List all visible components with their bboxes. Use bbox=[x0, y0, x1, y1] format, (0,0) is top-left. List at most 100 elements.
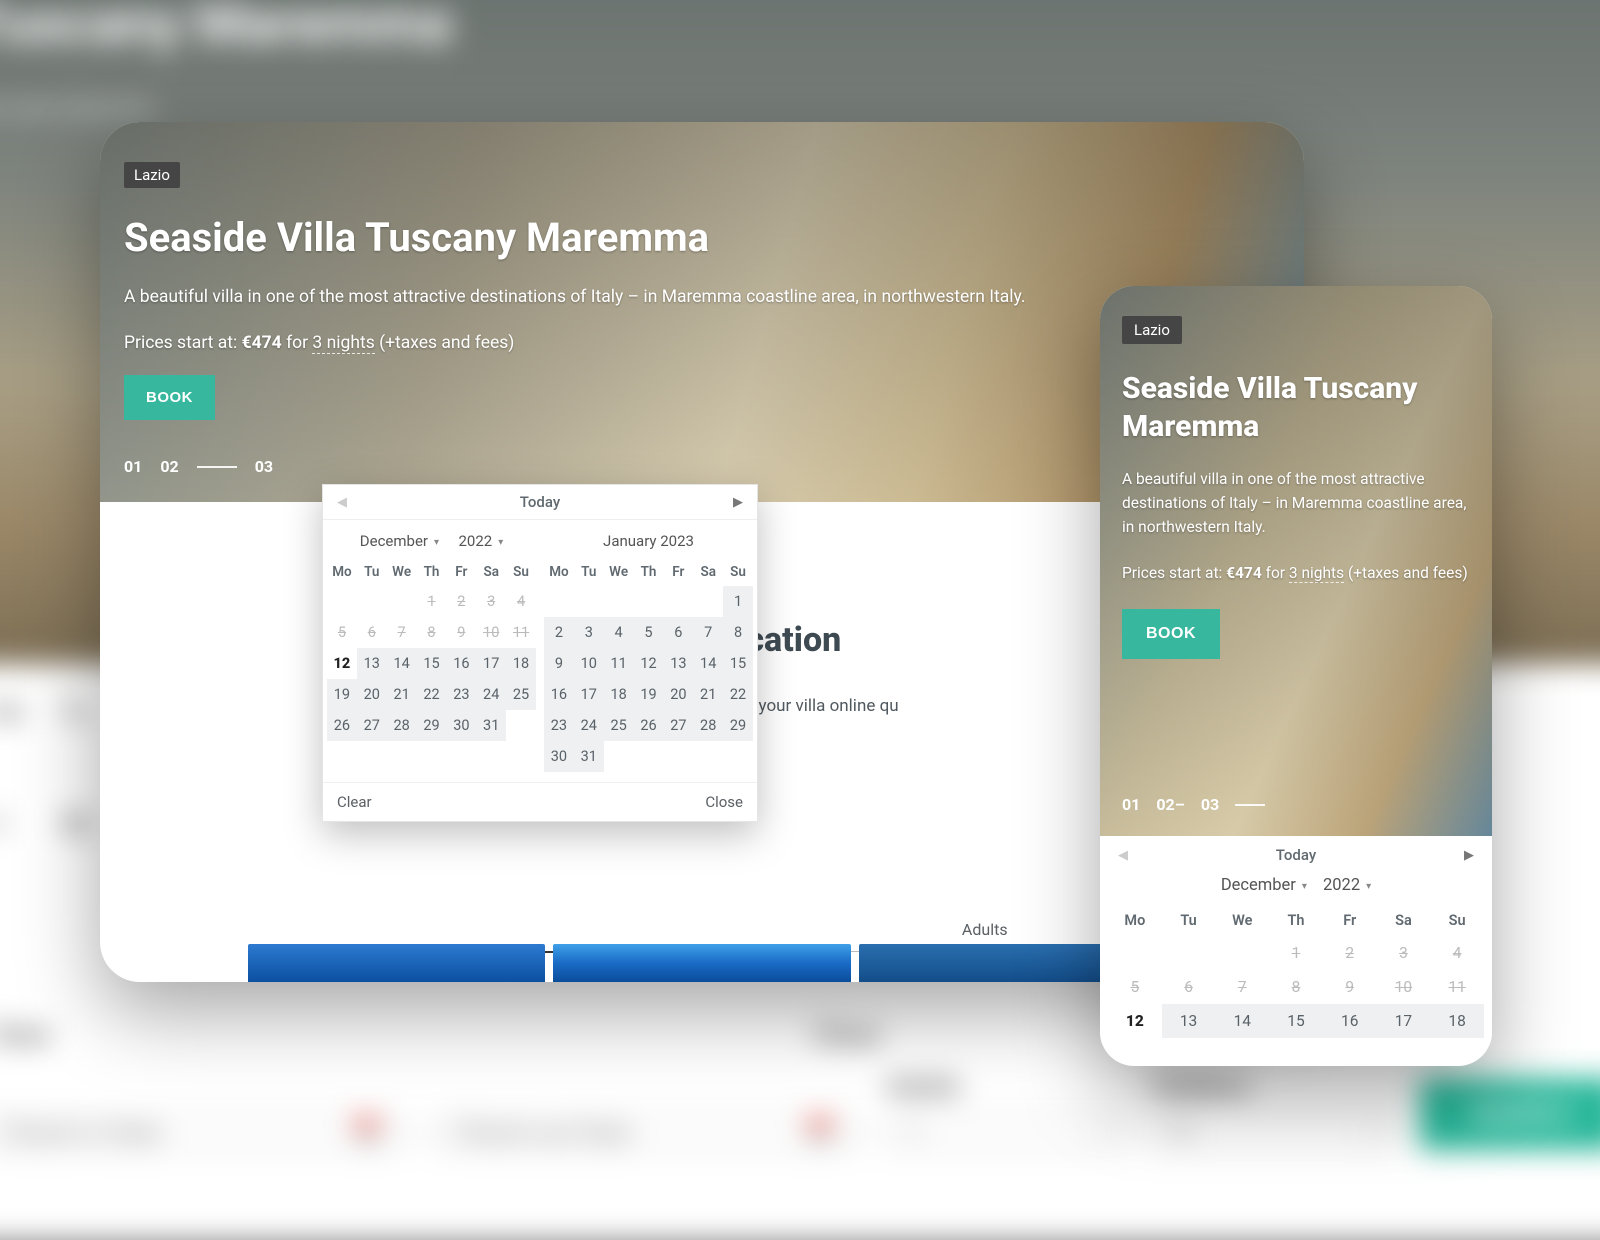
calendar-day[interactable]: 22 bbox=[417, 679, 447, 710]
pager-item[interactable]: 01 bbox=[1122, 795, 1140, 814]
calendar-day[interactable]: 14 bbox=[1215, 1004, 1269, 1038]
calendar-day[interactable]: 28 bbox=[693, 710, 723, 741]
book-button[interactable]: BOOK bbox=[124, 375, 215, 420]
calendar-day[interactable]: 21 bbox=[387, 679, 417, 710]
calendar-day[interactable]: 10 bbox=[574, 648, 604, 679]
calendar-day[interactable]: 3 bbox=[574, 617, 604, 648]
calendar-day[interactable]: 12 bbox=[1108, 1004, 1162, 1038]
calendar-day[interactable]: 29 bbox=[417, 710, 447, 741]
bg-checkin-field[interactable]: Check-in Date 📅 bbox=[0, 1116, 405, 1150]
today-button[interactable]: Today bbox=[351, 493, 729, 511]
calendar-day[interactable]: 18 bbox=[604, 679, 634, 710]
bg-hero-sub: the most attractive bbox=[0, 56, 1600, 121]
calendar-day[interactable]: 19 bbox=[634, 679, 664, 710]
prev-month-button[interactable]: ◀ bbox=[1114, 848, 1132, 863]
calendar-day[interactable]: 13 bbox=[1162, 1004, 1216, 1038]
calendar-day[interactable]: 24 bbox=[476, 679, 506, 710]
calendar-day[interactable]: 13 bbox=[357, 648, 387, 679]
calendar-day[interactable]: 26 bbox=[327, 710, 357, 741]
calendar-day[interactable]: 16 bbox=[1323, 1004, 1377, 1038]
location-tag[interactable]: Lazio bbox=[124, 162, 180, 188]
calendar-day[interactable]: 25 bbox=[604, 710, 634, 741]
calendar-day[interactable]: 15 bbox=[723, 648, 753, 679]
pager-item[interactable]: 02– bbox=[1156, 795, 1184, 814]
calendar-day[interactable]: 17 bbox=[1377, 1004, 1431, 1038]
calendar-day[interactable]: 4 bbox=[604, 617, 634, 648]
calendar-day[interactable]: 8 bbox=[723, 617, 753, 648]
calendar-day[interactable]: 14 bbox=[387, 648, 417, 679]
calendar-day[interactable]: 2 bbox=[544, 617, 574, 648]
gallery-thumb[interactable] bbox=[248, 944, 545, 982]
calendar-day[interactable]: 30 bbox=[446, 710, 476, 741]
month-header[interactable]: December▾ 2022▾ bbox=[327, 526, 536, 558]
calendar-day[interactable]: 25 bbox=[506, 679, 536, 710]
calendar-dow: Su bbox=[1430, 905, 1484, 936]
calendar-day[interactable]: 9 bbox=[544, 648, 574, 679]
calendar-day[interactable]: 30 bbox=[544, 741, 574, 772]
pager-dash bbox=[197, 466, 237, 468]
calendar-dow: We bbox=[387, 558, 417, 586]
hero: Lazio Seaside Villa Tuscany Maremma A be… bbox=[1100, 286, 1492, 836]
pager-item[interactable]: 03 bbox=[1201, 795, 1219, 814]
location-tag[interactable]: Lazio bbox=[1122, 316, 1182, 344]
book-button[interactable]: BOOK bbox=[1122, 609, 1220, 659]
calendar-day[interactable]: 17 bbox=[476, 648, 506, 679]
hero-pager[interactable]: 01 02 03 bbox=[124, 457, 273, 476]
calendar-day: 6 bbox=[357, 617, 387, 648]
calendar-day[interactable]: 17 bbox=[574, 679, 604, 710]
calendar-clear-button[interactable]: Clear bbox=[337, 793, 372, 811]
calendar-day[interactable]: 20 bbox=[663, 679, 693, 710]
calendar-day[interactable]: 27 bbox=[357, 710, 387, 741]
calendar-day[interactable]: 12 bbox=[634, 648, 664, 679]
calendar-day[interactable]: 23 bbox=[446, 679, 476, 710]
calendar-day[interactable]: 16 bbox=[544, 679, 574, 710]
bg-adults-field[interactable]: 1 ▾ bbox=[886, 1116, 1125, 1150]
calendar-day[interactable]: 14 bbox=[693, 648, 723, 679]
calendar-day[interactable]: 18 bbox=[1430, 1004, 1484, 1038]
pager-item[interactable]: 02 bbox=[160, 457, 178, 476]
calendar-day[interactable]: 16 bbox=[446, 648, 476, 679]
calendar-day[interactable]: 15 bbox=[1269, 1004, 1323, 1038]
calendar-day[interactable]: 11 bbox=[604, 648, 634, 679]
calendar-dow: Mo bbox=[1108, 905, 1162, 936]
hero-pager[interactable]: 01 02– 03 bbox=[1122, 795, 1265, 814]
today-button[interactable]: Today bbox=[1132, 846, 1460, 864]
calendar-day[interactable]: 31 bbox=[574, 741, 604, 772]
bg-search-button[interactable]: SEARCH bbox=[1420, 1078, 1600, 1150]
calendar-day[interactable]: 12 bbox=[327, 648, 357, 679]
hero-price: Prices start at: €474 for 3 nights (+tax… bbox=[1122, 561, 1470, 585]
calendar-day[interactable]: 28 bbox=[387, 710, 417, 741]
calendar-day[interactable]: 7 bbox=[693, 617, 723, 648]
calendar-day[interactable]: 29 bbox=[723, 710, 753, 741]
chevron-down-icon: ▾ bbox=[1097, 1127, 1103, 1140]
bg-checkout-field[interactable]: Check-out Date 📅 bbox=[433, 1116, 858, 1150]
calendar-close-button[interactable]: Close bbox=[705, 793, 743, 811]
pager-item[interactable]: 01 bbox=[124, 457, 142, 476]
gallery-thumb[interactable] bbox=[553, 944, 850, 982]
month-header[interactable]: December▾ 2022▾ bbox=[1108, 870, 1484, 905]
prev-month-button[interactable]: ◀ bbox=[333, 495, 351, 510]
calendar-day[interactable]: 13 bbox=[663, 648, 693, 679]
calendar-day[interactable]: 27 bbox=[663, 710, 693, 741]
bg-children-field[interactable]: 0 ▾ bbox=[1153, 1116, 1392, 1150]
calendar-day[interactable]: 22 bbox=[723, 679, 753, 710]
pager-item[interactable]: 03 bbox=[255, 457, 273, 476]
month-header[interactable]: January 2023 bbox=[544, 526, 753, 558]
calendar-day[interactable]: 24 bbox=[574, 710, 604, 741]
bg-clear[interactable]: Clear bbox=[0, 1020, 51, 1050]
bg-close[interactable]: Close bbox=[814, 1020, 880, 1050]
calendar-day[interactable]: 19 bbox=[327, 679, 357, 710]
next-month-button[interactable]: ▶ bbox=[729, 495, 747, 510]
calendar-day[interactable]: 20 bbox=[357, 679, 387, 710]
next-month-button[interactable]: ▶ bbox=[1460, 848, 1478, 863]
calendar-day[interactable]: 1 bbox=[723, 586, 753, 617]
calendar-day[interactable]: 18 bbox=[506, 648, 536, 679]
calendar-day[interactable]: 15 bbox=[417, 648, 447, 679]
calendar-day[interactable]: 31 bbox=[476, 710, 506, 741]
calendar-day[interactable]: 23 bbox=[544, 710, 574, 741]
calendar-day[interactable]: 6 bbox=[663, 617, 693, 648]
date-picker-popup: ◀ Today ▶ December▾ 2022▾ MoTuWeThFrSaSu… bbox=[1100, 836, 1492, 1046]
calendar-day[interactable]: 26 bbox=[634, 710, 664, 741]
calendar-day[interactable]: 21 bbox=[693, 679, 723, 710]
calendar-day[interactable]: 5 bbox=[634, 617, 664, 648]
